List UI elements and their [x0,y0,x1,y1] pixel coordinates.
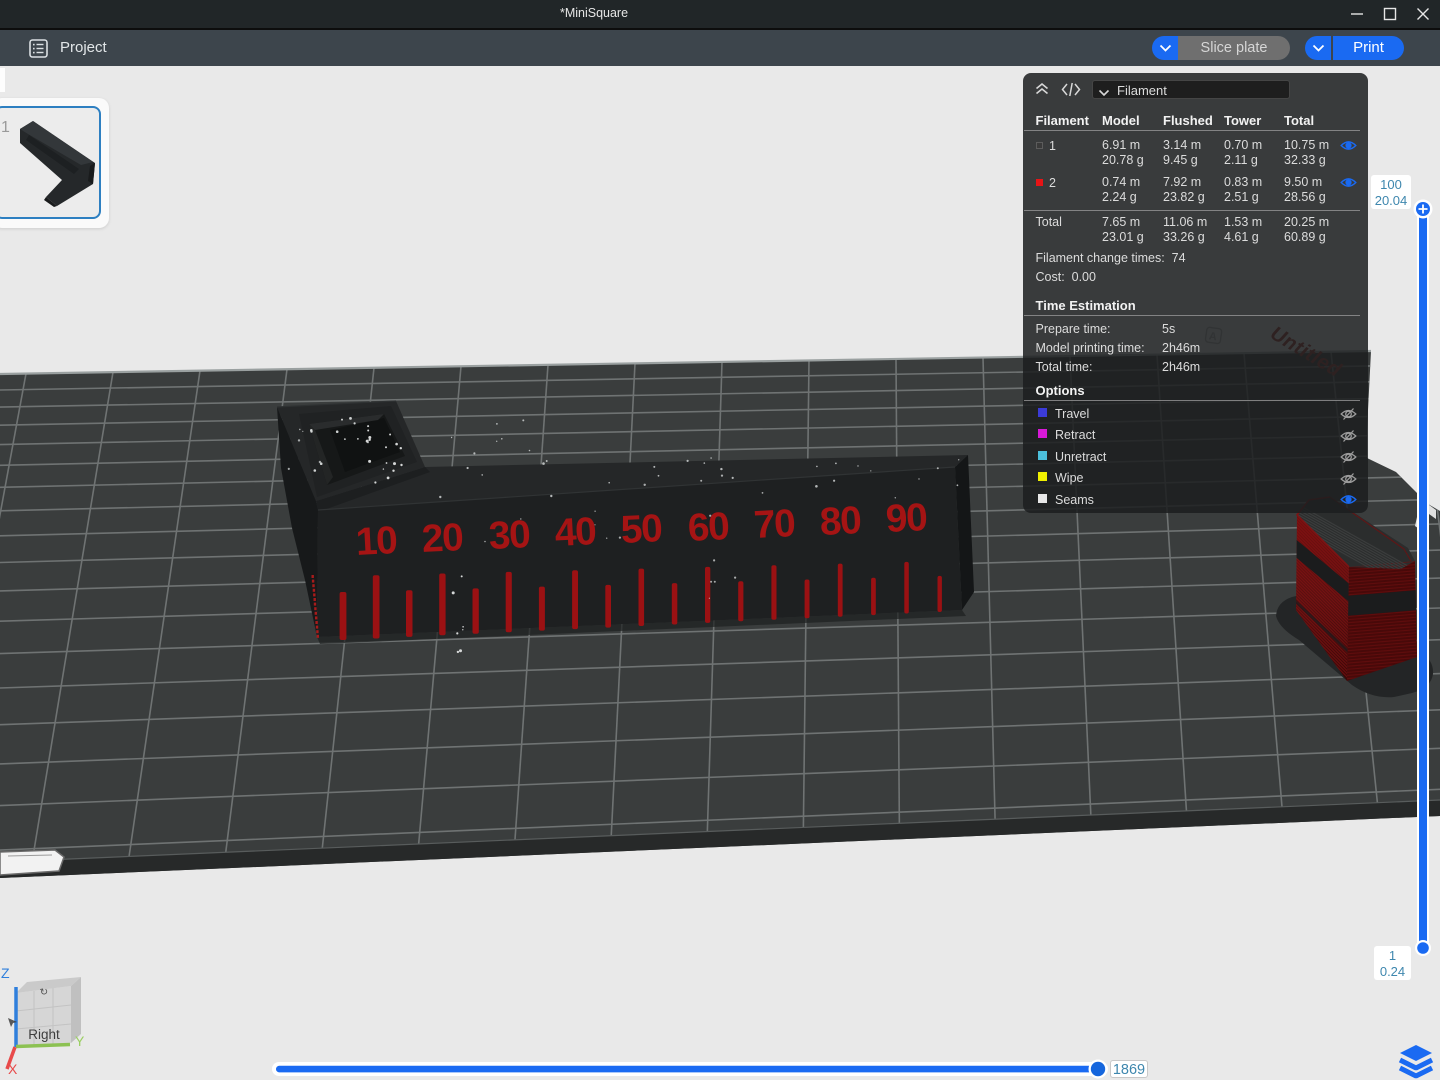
svg-text:70: 70 [753,502,796,547]
svg-text:80: 80 [819,499,862,544]
svg-text:1: 1 [1,119,10,136]
svg-text:Right: Right [28,1027,60,1042]
svg-text:90: 90 [885,496,928,541]
svg-text:Z: Z [1,965,10,981]
svg-text:10: 10 [355,519,398,564]
svg-text:40: 40 [554,510,597,555]
svg-text:50: 50 [620,507,663,552]
svg-text:60: 60 [687,505,730,550]
svg-text:X: X [8,1061,18,1077]
svg-text:Y: Y [75,1033,85,1049]
svg-text:20: 20 [421,516,464,561]
svg-text:30: 30 [488,513,531,558]
